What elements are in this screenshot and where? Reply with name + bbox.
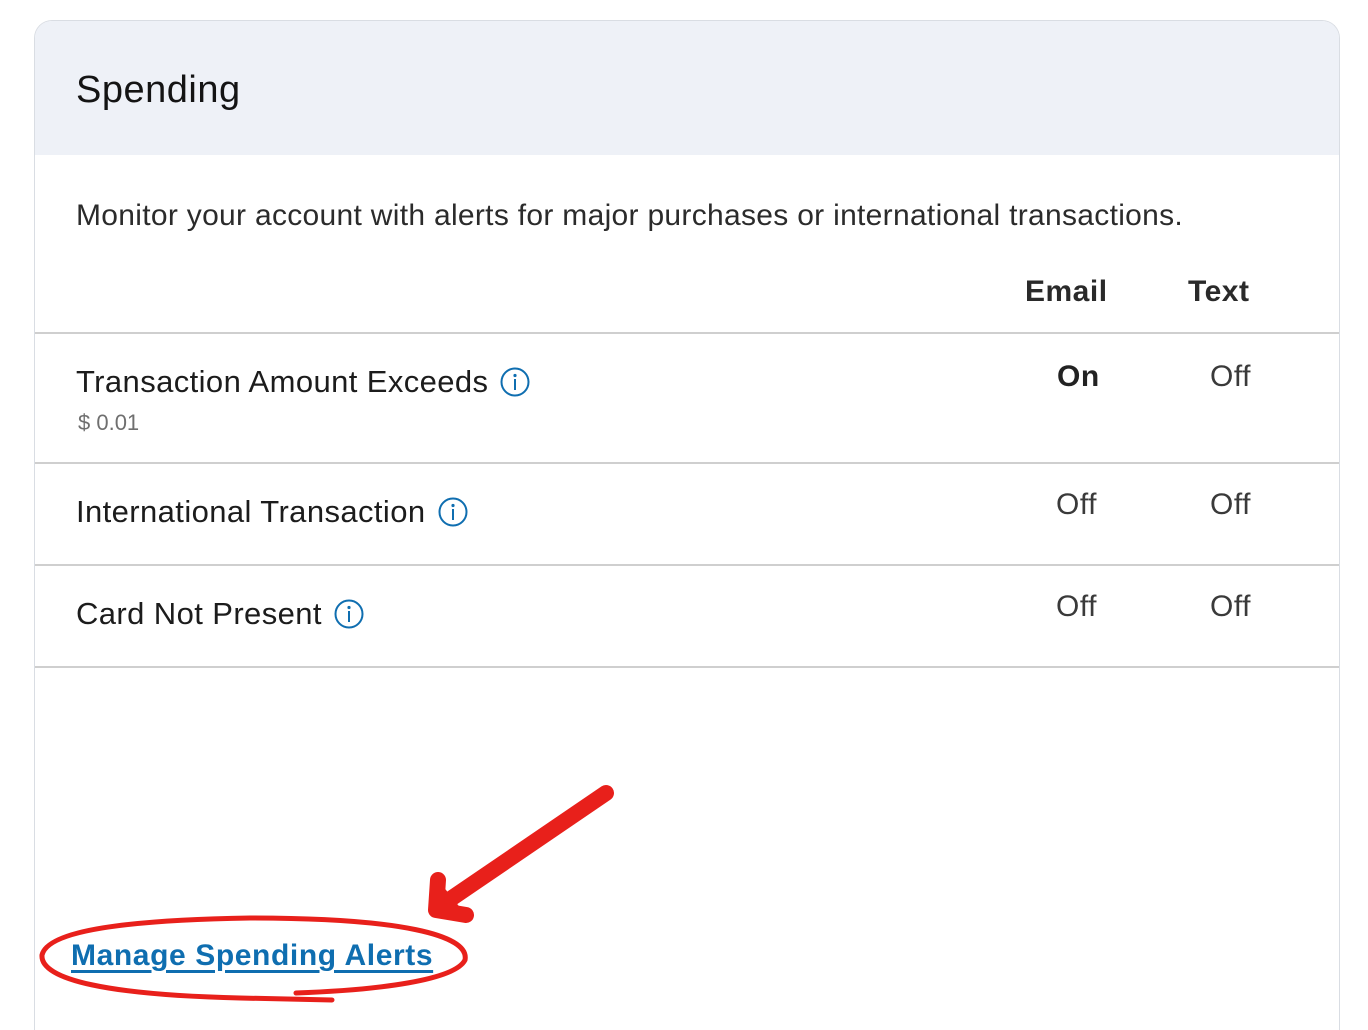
- text-status: Off: [1210, 488, 1251, 521]
- column-header-text: Text: [1188, 275, 1250, 308]
- email-status: On: [1057, 360, 1100, 393]
- info-icon[interactable]: [438, 497, 468, 527]
- card-title: Spending: [76, 69, 241, 111]
- alert-row-card-not-present: Card Not Present Off Off: [35, 564, 1339, 668]
- email-status: Off: [1056, 488, 1097, 521]
- info-icon[interactable]: [334, 599, 364, 629]
- column-header-email: Email: [1025, 275, 1108, 308]
- manage-spending-alerts-link[interactable]: Manage Spending Alerts: [71, 939, 433, 973]
- alert-label: International Transaction: [76, 494, 468, 530]
- card-header: Spending: [35, 21, 1339, 155]
- card-description: Monitor your account with alerts for maj…: [76, 199, 1184, 232]
- spending-card: Spending Monitor your account with alert…: [34, 20, 1340, 1030]
- alert-row-transaction-amount: Transaction Amount Exceeds $ 0.01 On Off: [35, 332, 1339, 462]
- text-status: Off: [1210, 590, 1251, 623]
- email-status: Off: [1056, 590, 1097, 623]
- alert-label: Transaction Amount Exceeds: [76, 364, 530, 400]
- alert-label: Card Not Present: [76, 596, 364, 632]
- alert-label-text: Card Not Present: [76, 596, 322, 631]
- alert-label-text: International Transaction: [76, 494, 426, 529]
- alert-label-text: Transaction Amount Exceeds: [76, 364, 489, 399]
- info-icon[interactable]: [500, 367, 530, 397]
- text-status: Off: [1210, 360, 1251, 393]
- alert-row-international-transaction: International Transaction Off Off: [35, 462, 1339, 564]
- alert-threshold-value: $ 0.01: [78, 410, 140, 435]
